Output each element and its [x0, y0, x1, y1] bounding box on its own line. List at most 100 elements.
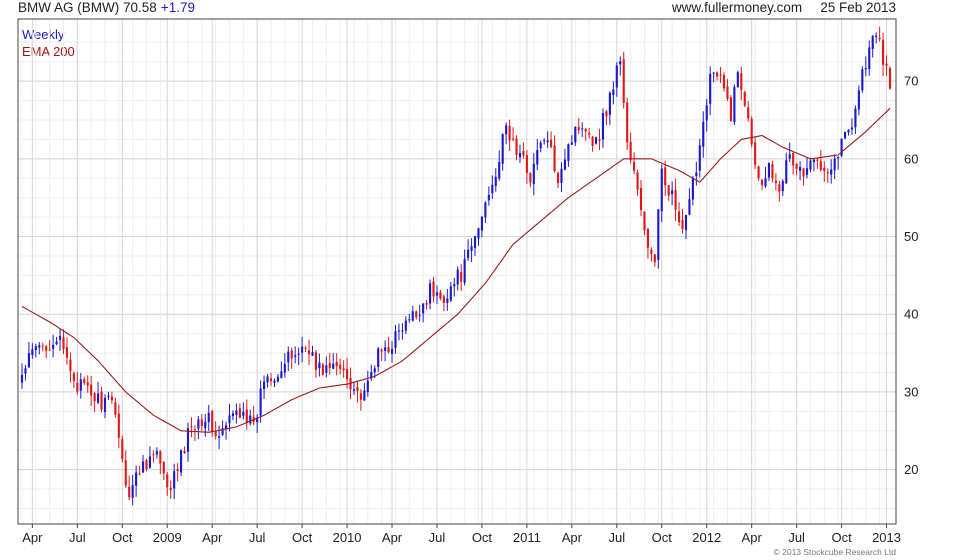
candle-body [377, 348, 380, 368]
candle-body [501, 134, 504, 164]
candle-body [560, 168, 563, 183]
x-tick-label: 2010 [333, 530, 362, 545]
candle-body [581, 128, 584, 130]
candle-body [304, 347, 307, 349]
candle-body [31, 349, 34, 356]
candle-body [263, 381, 266, 389]
candle-body [691, 177, 694, 200]
candle-body [754, 142, 757, 165]
candle-body [200, 419, 203, 427]
candle-body [446, 298, 449, 304]
candle-body [117, 413, 120, 438]
candle-body [615, 65, 618, 88]
candle-body [771, 164, 774, 179]
candle-body [110, 396, 113, 401]
candle-body [888, 68, 892, 89]
candle-body [280, 371, 283, 379]
candle-body [228, 415, 231, 424]
candle-body [301, 346, 304, 353]
candle-body [536, 149, 539, 165]
candle-body [826, 172, 829, 174]
y-tick-label: 50 [904, 229, 918, 244]
candle-body [653, 254, 656, 263]
candle-body [58, 336, 62, 340]
candle-body [584, 129, 587, 132]
candle-body [90, 384, 93, 396]
candle-body [86, 382, 89, 386]
candle-body [781, 180, 784, 192]
candle-body [563, 159, 567, 170]
candle-body [390, 348, 394, 354]
candle-body [24, 368, 27, 374]
candle-body [339, 364, 342, 369]
candle-body [266, 376, 269, 383]
candle-body [307, 350, 311, 355]
candle-body [297, 353, 300, 355]
candle-body [515, 138, 518, 156]
candle-body [484, 202, 487, 218]
candle-body [345, 368, 349, 380]
candle-body [767, 163, 771, 178]
candle-body [861, 69, 864, 91]
candle-body [197, 419, 200, 429]
candle-body [494, 176, 497, 186]
candle-body [394, 331, 397, 348]
candle-body [27, 353, 30, 368]
candle-body [148, 456, 152, 468]
candle-body [218, 436, 221, 438]
candle-body [328, 363, 331, 369]
candle-body [736, 72, 739, 88]
candle-body [41, 345, 44, 347]
candle-body [871, 35, 874, 49]
candle-body [467, 249, 470, 258]
candle-body [193, 429, 196, 431]
candle-body [342, 368, 345, 371]
candle-body [543, 140, 546, 142]
candle-body [733, 86, 736, 123]
candle-body [332, 363, 335, 369]
candle-body [238, 408, 241, 418]
candle-body [677, 211, 681, 223]
candle-body [643, 211, 646, 231]
candle-body [52, 344, 55, 349]
x-tick-label: 2013 [872, 530, 901, 545]
candle-body [242, 411, 245, 416]
y-tick-label: 40 [904, 307, 918, 322]
candle-body [570, 142, 573, 145]
candle-body [747, 107, 750, 119]
candle-body [491, 184, 494, 194]
candle-body [473, 236, 477, 249]
candle-body [128, 486, 131, 498]
candle-body [159, 451, 162, 464]
x-tick-label: Jul [788, 530, 805, 545]
candle-body [287, 351, 290, 363]
x-tick-label: Jul [429, 530, 446, 545]
x-tick-label: Apr [562, 530, 583, 545]
candle-body [716, 72, 719, 77]
candle-body [480, 216, 484, 231]
candle-body [121, 439, 124, 460]
candle-body [550, 139, 553, 147]
candle-body [833, 158, 836, 171]
candle-body [453, 284, 456, 287]
candle-body [719, 74, 722, 76]
candle-body [48, 349, 51, 351]
candle-body [671, 190, 674, 195]
candle-body [418, 315, 421, 317]
x-tick-label: Apr [202, 530, 223, 545]
candle-body [875, 35, 878, 38]
candle-body [65, 347, 69, 358]
candle-body [207, 412, 210, 423]
candle-body [850, 127, 854, 130]
candle-body [34, 346, 37, 351]
y-tick-label: 60 [904, 151, 918, 166]
candle-body [470, 246, 473, 251]
candle-body [525, 155, 528, 174]
candle-body [868, 47, 871, 70]
candle-body [588, 132, 591, 135]
candle-body [805, 168, 809, 175]
candle-body [352, 389, 356, 391]
candle-body [311, 352, 314, 356]
candle-body [477, 228, 480, 239]
candle-body [567, 144, 570, 161]
